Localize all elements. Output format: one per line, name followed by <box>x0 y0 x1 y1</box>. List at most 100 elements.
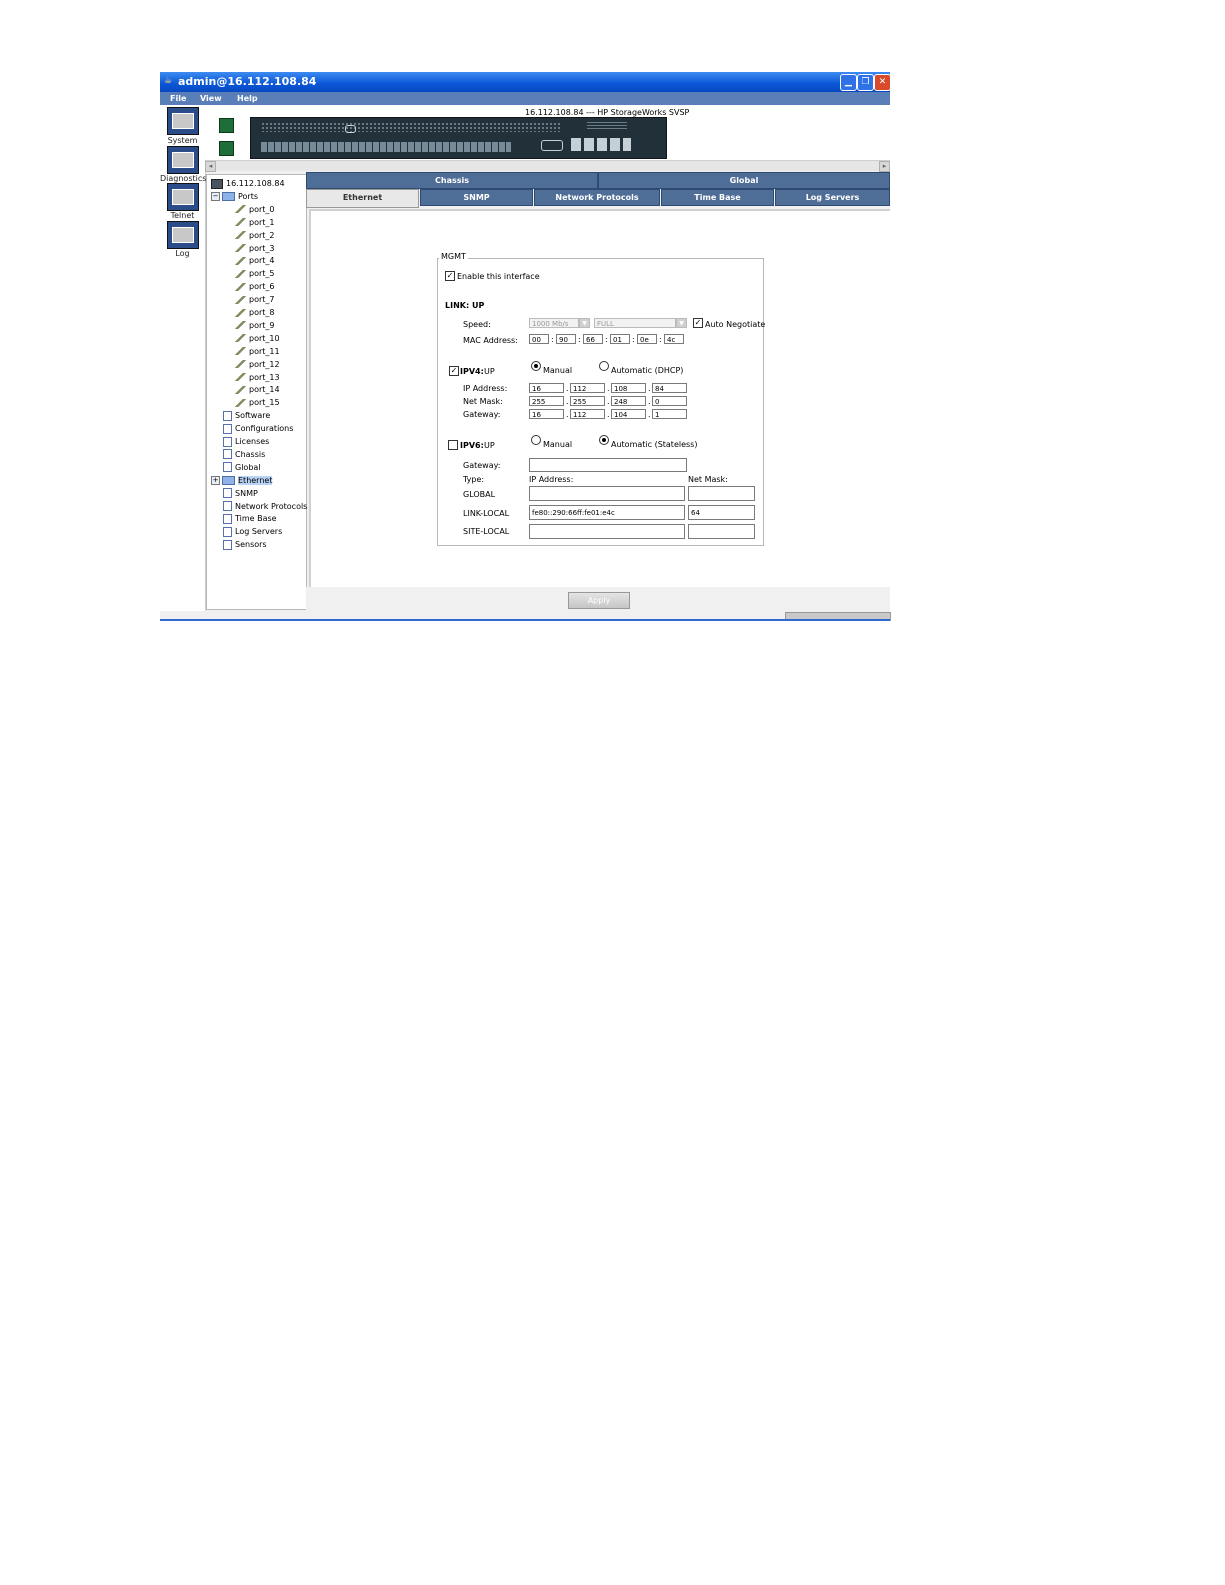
menu-file[interactable]: File <box>170 94 186 103</box>
separator: : <box>578 335 581 344</box>
minimize-button[interactable]: ▁ <box>840 74 857 91</box>
port-icon <box>235 244 246 252</box>
ipv4-checkbox[interactable]: ✓ <box>449 366 459 376</box>
tree-item-ethernet[interactable]: + Ethernet <box>211 475 273 487</box>
site-local-mask-input[interactable] <box>688 524 755 539</box>
mac-octet[interactable]: 90 <box>556 334 576 344</box>
expand-icon[interactable]: + <box>211 475 220 485</box>
tree-item[interactable]: Log Servers <box>223 526 282 538</box>
ip-address-octet[interactable]: 112 <box>570 383 605 393</box>
tree-item-port[interactable]: port_3 <box>235 243 275 255</box>
refresh-button[interactable] <box>219 118 234 133</box>
horizontal-scrollbar[interactable]: ◂ ▸ <box>205 160 890 172</box>
close-button[interactable]: ✕ <box>874 74 890 91</box>
menu-help[interactable]: Help <box>237 94 258 103</box>
tree-item-port[interactable]: port_12 <box>235 359 280 371</box>
tree-item-port[interactable]: port_7 <box>235 294 275 306</box>
mac-octet[interactable]: 00 <box>529 334 549 344</box>
net-mask-octet[interactable]: 248 <box>611 396 646 406</box>
tree-item-port[interactable]: port_10 <box>235 333 280 345</box>
log-icon <box>172 227 194 243</box>
collapse-icon[interactable]: − <box>211 191 220 201</box>
tree-item-port[interactable]: port_13 <box>235 372 280 384</box>
scroll-left-icon[interactable]: ◂ <box>205 161 216 172</box>
gateway-octet[interactable]: 1 <box>652 409 687 419</box>
tree-item-port[interactable]: port_15 <box>235 397 280 409</box>
tab-global[interactable]: Global <box>598 172 890 189</box>
mac-octet[interactable]: 66 <box>583 334 603 344</box>
tree-ports-folder[interactable]: − Ports <box>211 191 258 203</box>
tree-item[interactable]: Licenses <box>223 436 269 448</box>
tree-item[interactable]: Chassis <box>223 449 265 461</box>
net-mask-octet[interactable]: 255 <box>529 396 564 406</box>
enable-interface-checkbox[interactable]: ✓ <box>445 271 455 281</box>
link-local-mask-input[interactable]: 64 <box>688 505 755 520</box>
gateway-octet[interactable]: 16 <box>529 409 564 419</box>
chevron-down-icon[interactable]: ▼ <box>676 318 687 328</box>
tree-item-port[interactable]: port_2 <box>235 230 275 242</box>
site-local-address-input[interactable] <box>529 524 685 539</box>
ipv6-manual-radio[interactable] <box>531 435 541 445</box>
ip-address-octet[interactable]: 84 <box>652 383 687 393</box>
telnet-nav-button[interactable] <box>167 183 199 211</box>
scroll-right-icon[interactable]: ▸ <box>879 161 890 172</box>
tree-item[interactable]: Configurations <box>223 423 293 435</box>
gateway-octet[interactable]: 104 <box>611 409 646 419</box>
tree-item-port[interactable]: port_1 <box>235 217 275 229</box>
ipv6-stateless-radio[interactable] <box>599 435 609 445</box>
tree-item[interactable]: Network Protocols <box>223 501 307 513</box>
ip-address-octet[interactable]: 108 <box>611 383 646 393</box>
tree-root[interactable]: 16.112.108.84 <box>211 178 285 190</box>
tab-snmp[interactable]: SNMP <box>420 189 533 206</box>
tree-item-port[interactable]: port_6 <box>235 281 275 293</box>
tree-item-label: port_6 <box>249 282 275 292</box>
download-button[interactable] <box>219 141 234 156</box>
ip-address-octet[interactable]: 16 <box>529 383 564 393</box>
chevron-down-icon[interactable]: ▼ <box>579 318 590 328</box>
ipv6-gateway-input[interactable] <box>529 458 687 472</box>
net-mask-octet[interactable]: 255 <box>570 396 605 406</box>
tree-item[interactable]: SNMP <box>223 488 258 500</box>
gateway-octet[interactable]: 112 <box>570 409 605 419</box>
apply-button[interactable]: Apply <box>568 592 630 609</box>
ipv6-checkbox[interactable] <box>448 440 458 450</box>
net-mask-octet[interactable]: 0 <box>652 396 687 406</box>
tree-item-port[interactable]: port_8 <box>235 307 275 319</box>
device-front-panel[interactable] <box>250 117 667 159</box>
system-nav-button[interactable] <box>167 107 199 135</box>
tree-item-port[interactable]: port_0 <box>235 204 275 216</box>
tree-item-port[interactable]: port_11 <box>235 346 280 358</box>
tree-item-port[interactable]: port_5 <box>235 268 275 280</box>
tree-item[interactable]: Global <box>223 462 261 474</box>
tree-item[interactable]: Software <box>223 410 270 422</box>
tree-item[interactable]: Time Base <box>223 513 277 525</box>
doc-icon <box>223 513 232 524</box>
diagnostics-nav-button[interactable] <box>167 146 199 174</box>
doc-icon <box>223 488 232 499</box>
link-local-address-input[interactable]: fe80::290:66ff:fe01:e4c <box>529 505 685 520</box>
tree-item-port[interactable]: port_9 <box>235 320 275 332</box>
speed-select[interactable]: 1000 Mb/s <box>529 318 579 328</box>
ipv4-dhcp-radio[interactable] <box>599 361 609 371</box>
ipv4-manual-radio[interactable] <box>531 361 541 371</box>
tab-log-servers[interactable]: Log Servers <box>775 189 890 206</box>
auto-negotiate-checkbox[interactable]: ✓ <box>693 318 703 328</box>
global-address-input[interactable] <box>529 486 685 501</box>
global-mask-input[interactable] <box>688 486 755 501</box>
mac-octet[interactable]: 0e <box>637 334 657 344</box>
mac-octet[interactable]: 4c <box>664 334 684 344</box>
mac-octet[interactable]: 01 <box>610 334 630 344</box>
tree-item-port[interactable]: port_4 <box>235 255 275 267</box>
tab-chassis[interactable]: Chassis <box>306 172 598 189</box>
tree-item-port[interactable]: port_14 <box>235 384 280 396</box>
tree-item[interactable]: Sensors <box>223 539 267 551</box>
tree-item-label: Licenses <box>235 437 270 446</box>
menu-view[interactable]: View <box>200 94 222 103</box>
tab-time-base[interactable]: Time Base <box>661 189 774 206</box>
tab-network-protocols[interactable]: Network Protocols <box>534 189 660 206</box>
restore-button[interactable]: ❐ <box>857 74 874 91</box>
port-icon <box>235 321 246 330</box>
duplex-select[interactable]: FULL <box>594 318 676 328</box>
tab-ethernet[interactable]: Ethernet <box>306 189 419 208</box>
log-nav-button[interactable] <box>167 221 199 249</box>
